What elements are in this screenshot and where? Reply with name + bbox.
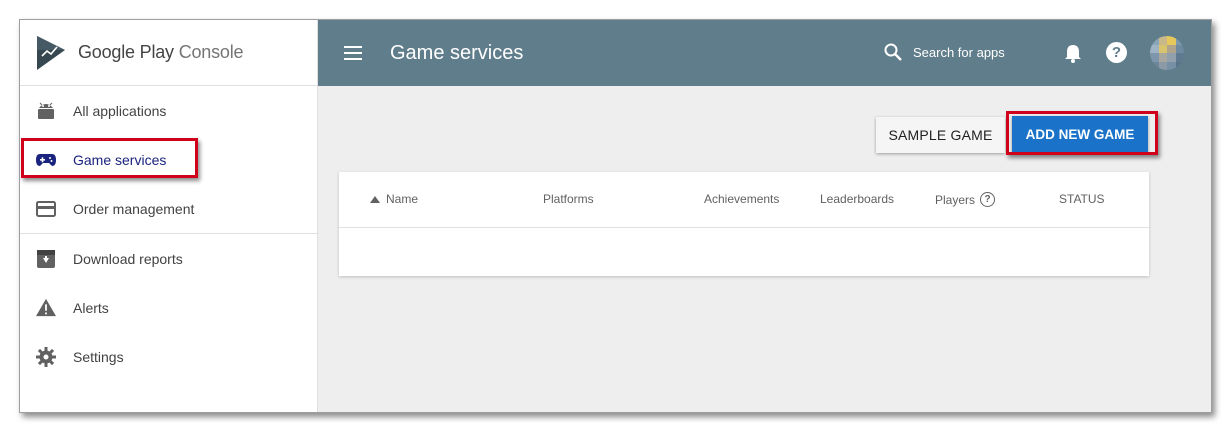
sort-ascending-icon	[370, 195, 380, 203]
column-header-platforms: Platforms	[543, 192, 594, 206]
column-header-players: Players ?	[935, 192, 996, 207]
gamepad-icon	[36, 150, 56, 170]
sidebar-item-label: All applications	[73, 102, 167, 119]
search-icon	[884, 43, 902, 61]
sidebar-item-settings[interactable]: Settings	[20, 332, 317, 381]
column-header-label: Players	[935, 192, 976, 207]
brand-name-primary: Google Play	[78, 42, 174, 62]
bell-icon[interactable]	[1064, 43, 1082, 63]
add-new-game-button[interactable]: ADD NEW GAME	[1012, 116, 1148, 152]
warning-icon	[36, 298, 56, 318]
column-header-label: Achievements	[704, 192, 780, 206]
column-header-name[interactable]: Name	[370, 192, 418, 206]
column-header-achievements: Achievements	[704, 192, 779, 206]
sidebar-item-label: Download reports	[73, 250, 183, 267]
sidebar-item-label: Settings	[73, 348, 124, 365]
search-placeholder: Search for apps	[913, 44, 1005, 60]
sidebar-item-alerts[interactable]: Alerts	[20, 283, 317, 332]
sample-game-button[interactable]: SAMPLE GAME	[876, 117, 1005, 153]
column-header-label: STATUS	[1059, 192, 1105, 206]
help-circle-icon[interactable]: ?	[980, 192, 996, 207]
sidebar-item-label: Order management	[73, 200, 195, 217]
table-header-row: Name Platforms Achievements Leaderboards…	[339, 172, 1149, 228]
sidebar-item-order-management[interactable]: Order management	[20, 184, 317, 233]
download-box-icon	[36, 249, 56, 269]
top-app-bar: Game services Search for apps ?	[318, 20, 1211, 86]
brand-header[interactable]: Google Play Console	[20, 20, 317, 86]
sidebar: Google Play Console All applications Gam…	[20, 20, 318, 412]
games-table: Name Platforms Achievements Leaderboards…	[339, 172, 1149, 276]
column-header-label: Name	[386, 192, 419, 206]
android-icon	[36, 101, 56, 121]
hamburger-menu-icon[interactable]	[344, 46, 362, 60]
gear-icon	[36, 346, 56, 367]
main-content: SAMPLE GAME ADD NEW GAME Name Platforms …	[318, 86, 1211, 412]
sidebar-item-label: Alerts	[73, 299, 109, 316]
play-console-logo-icon	[37, 35, 65, 70]
avatar[interactable]	[1150, 36, 1184, 70]
sidebar-item-game-services[interactable]: Game services	[20, 135, 317, 184]
column-header-status: STATUS	[1059, 192, 1105, 206]
sidebar-item-label: Game services	[73, 151, 167, 168]
sidebar-item-download-reports[interactable]: Download reports	[20, 234, 317, 283]
credit-card-icon	[36, 199, 56, 219]
sidebar-item-all-applications[interactable]: All applications	[20, 86, 317, 135]
brand-name-secondary: Console	[178, 42, 244, 62]
search-field[interactable]: Search for apps	[883, 42, 1005, 62]
help-icon[interactable]: ?	[1106, 42, 1127, 63]
page-title: Game services	[390, 41, 524, 64]
column-header-leaderboards: Leaderboards	[820, 192, 894, 206]
column-header-label: Platforms	[543, 192, 594, 206]
app-window: Google Play Console All applications Gam…	[19, 19, 1212, 413]
column-header-label: Leaderboards	[820, 192, 895, 206]
brand-name: Google Play Console	[78, 42, 244, 63]
